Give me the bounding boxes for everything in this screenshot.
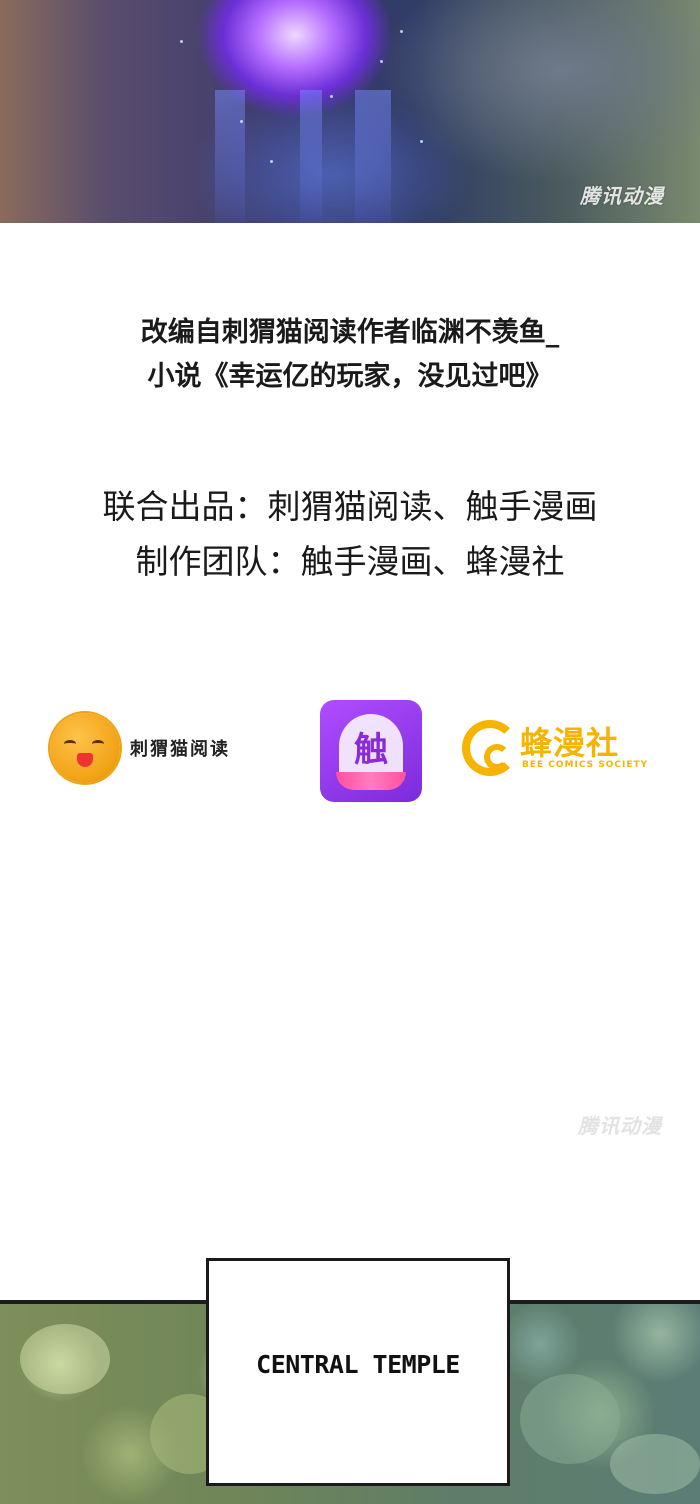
sparkle <box>180 40 183 43</box>
light-beam <box>355 90 391 223</box>
sparkle <box>420 140 423 143</box>
watermark-top: 腾讯动漫 <box>580 184 664 208</box>
production-team-credit: 制作团队：触手漫画、蜂漫社 <box>135 542 565 581</box>
watermark-middle: 腾讯动漫 <box>578 1114 662 1138</box>
chushou-comics-logo: 触 <box>320 700 422 802</box>
bee-logo-text: 蜂漫社 <box>520 724 620 762</box>
top-artwork-panel: 腾讯动漫 <box>0 0 700 223</box>
light-beam <box>215 90 245 223</box>
cat-eye <box>64 740 76 748</box>
location-caption-wrapper: Central Temple <box>0 1350 700 1379</box>
tentacles-icon <box>336 772 406 790</box>
cat-eye <box>92 740 104 748</box>
hedgehog-logo-text: 刺猬猫阅读 <box>130 739 230 760</box>
sparkle <box>330 95 333 98</box>
foliage <box>610 1434 700 1494</box>
co-production-credit: 联合出品：刺猬猫阅读、触手漫画 <box>102 487 598 526</box>
bee-swirl-inner <box>484 744 510 770</box>
sparkle <box>400 30 403 33</box>
sparkle <box>240 120 243 123</box>
cat-face-icon <box>50 713 120 783</box>
bee-comics-logo: 蜂漫社 BEE COMICS SOCIETY <box>462 718 652 780</box>
chushou-logo-char: 触 <box>354 730 388 770</box>
adaptation-credit-line-2: 小说《幸运亿的玩家，没见过吧》 <box>147 361 553 392</box>
sparkle <box>380 60 383 63</box>
sparkle <box>270 160 273 163</box>
foliage <box>520 1374 620 1464</box>
hedgehog-reading-logo: 刺猬猫阅读 <box>50 713 230 783</box>
light-beam <box>300 90 322 223</box>
adaptation-credit-line-1: 改编自刺猬猫阅读作者临渊不羡鱼_ <box>140 317 560 348</box>
location-caption: Central Temple <box>256 1350 460 1379</box>
bee-logo-subtitle: BEE COMICS SOCIETY <box>522 760 649 770</box>
cat-mouth <box>77 753 93 767</box>
bee-swirl-icon <box>462 720 518 776</box>
